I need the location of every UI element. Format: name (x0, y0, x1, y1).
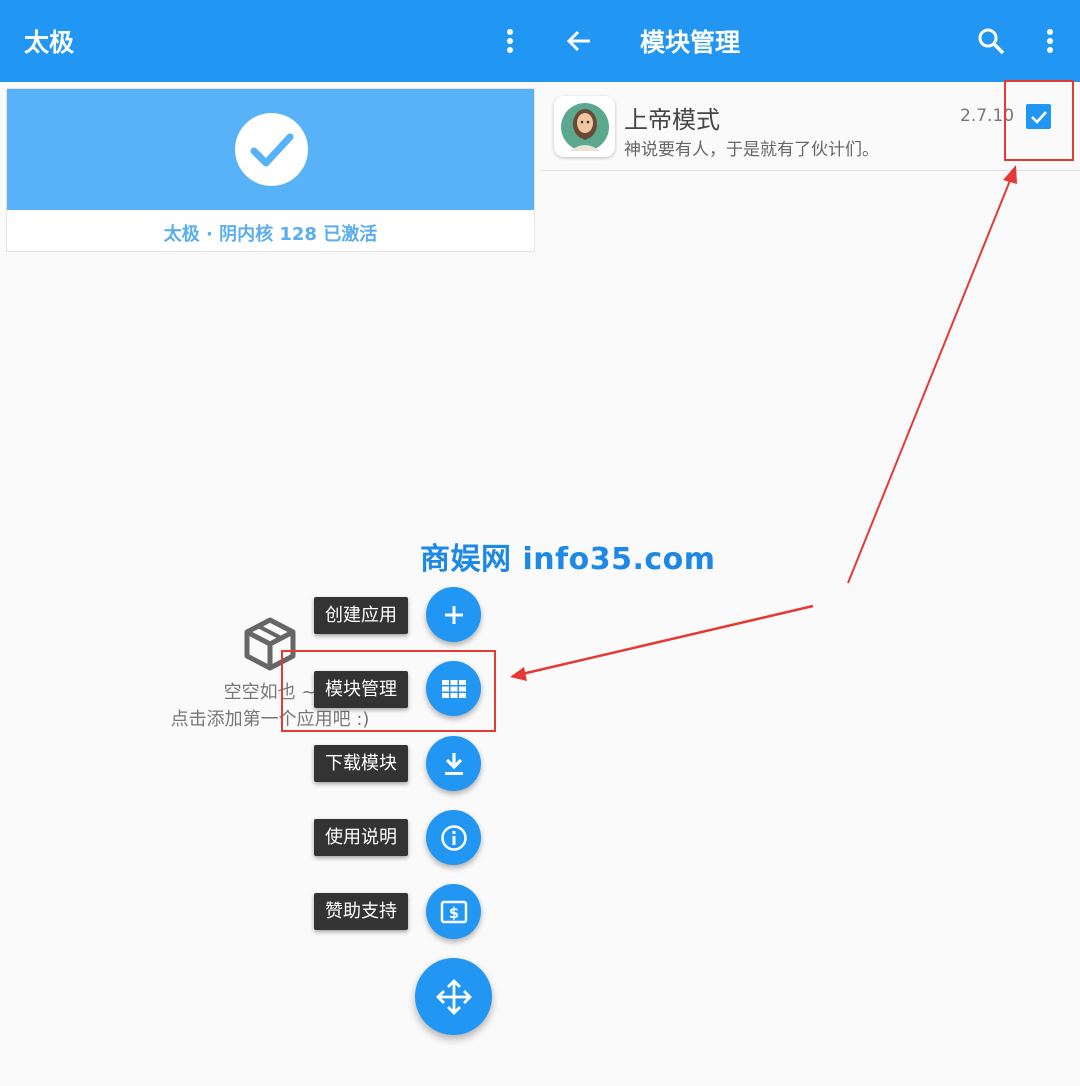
svg-text:$: $ (448, 904, 458, 922)
module-list-item[interactable]: 上帝模式 神说要有人，于是就有了伙计们。 2.7.10 (540, 82, 1080, 171)
status-text: 太极 · 阴内核 128 已激活 (163, 224, 378, 245)
plus-icon (444, 605, 463, 624)
main-fab-button[interactable] (415, 958, 492, 1035)
app-title: 太极 (24, 28, 75, 57)
checkbox-highlight-box (1004, 80, 1074, 161)
app-bar: 模块管理 (540, 0, 1080, 82)
more-vert-icon[interactable] (490, 21, 530, 61)
god-face-icon (554, 96, 615, 157)
create-app-label[interactable]: 创建应用 (314, 597, 408, 634)
arrow-back-icon[interactable] (559, 21, 599, 61)
download-icon (444, 752, 463, 775)
download-module-label[interactable]: 下载模块 (314, 745, 408, 782)
move-icon (435, 978, 472, 1015)
sponsor-label[interactable]: 赞助支持 (314, 893, 408, 930)
info-icon (440, 824, 467, 851)
module-manage-highlight-box (281, 650, 496, 732)
activation-status-card[interactable]: 太极 · 阴内核 128 已激活 (6, 88, 535, 252)
search-icon[interactable] (971, 21, 1011, 61)
create-app-button[interactable] (426, 587, 481, 642)
sponsor-button[interactable]: $ (426, 884, 481, 939)
app-bar: 太极 (0, 0, 540, 82)
watermark-text: 商娱网 info35.com (420, 542, 716, 577)
page-title: 模块管理 (640, 28, 741, 57)
download-module-button[interactable] (426, 736, 481, 791)
module-description: 神说要有人，于是就有了伙计们。 (624, 140, 879, 160)
check-circle-icon (235, 113, 308, 186)
usage-guide-label[interactable]: 使用说明 (314, 819, 408, 856)
usage-guide-button[interactable] (426, 810, 481, 865)
module-name: 上帝模式 (624, 106, 720, 134)
dollar-icon: $ (440, 900, 467, 923)
more-vert-icon[interactable] (1030, 21, 1070, 61)
status-banner (7, 89, 534, 210)
